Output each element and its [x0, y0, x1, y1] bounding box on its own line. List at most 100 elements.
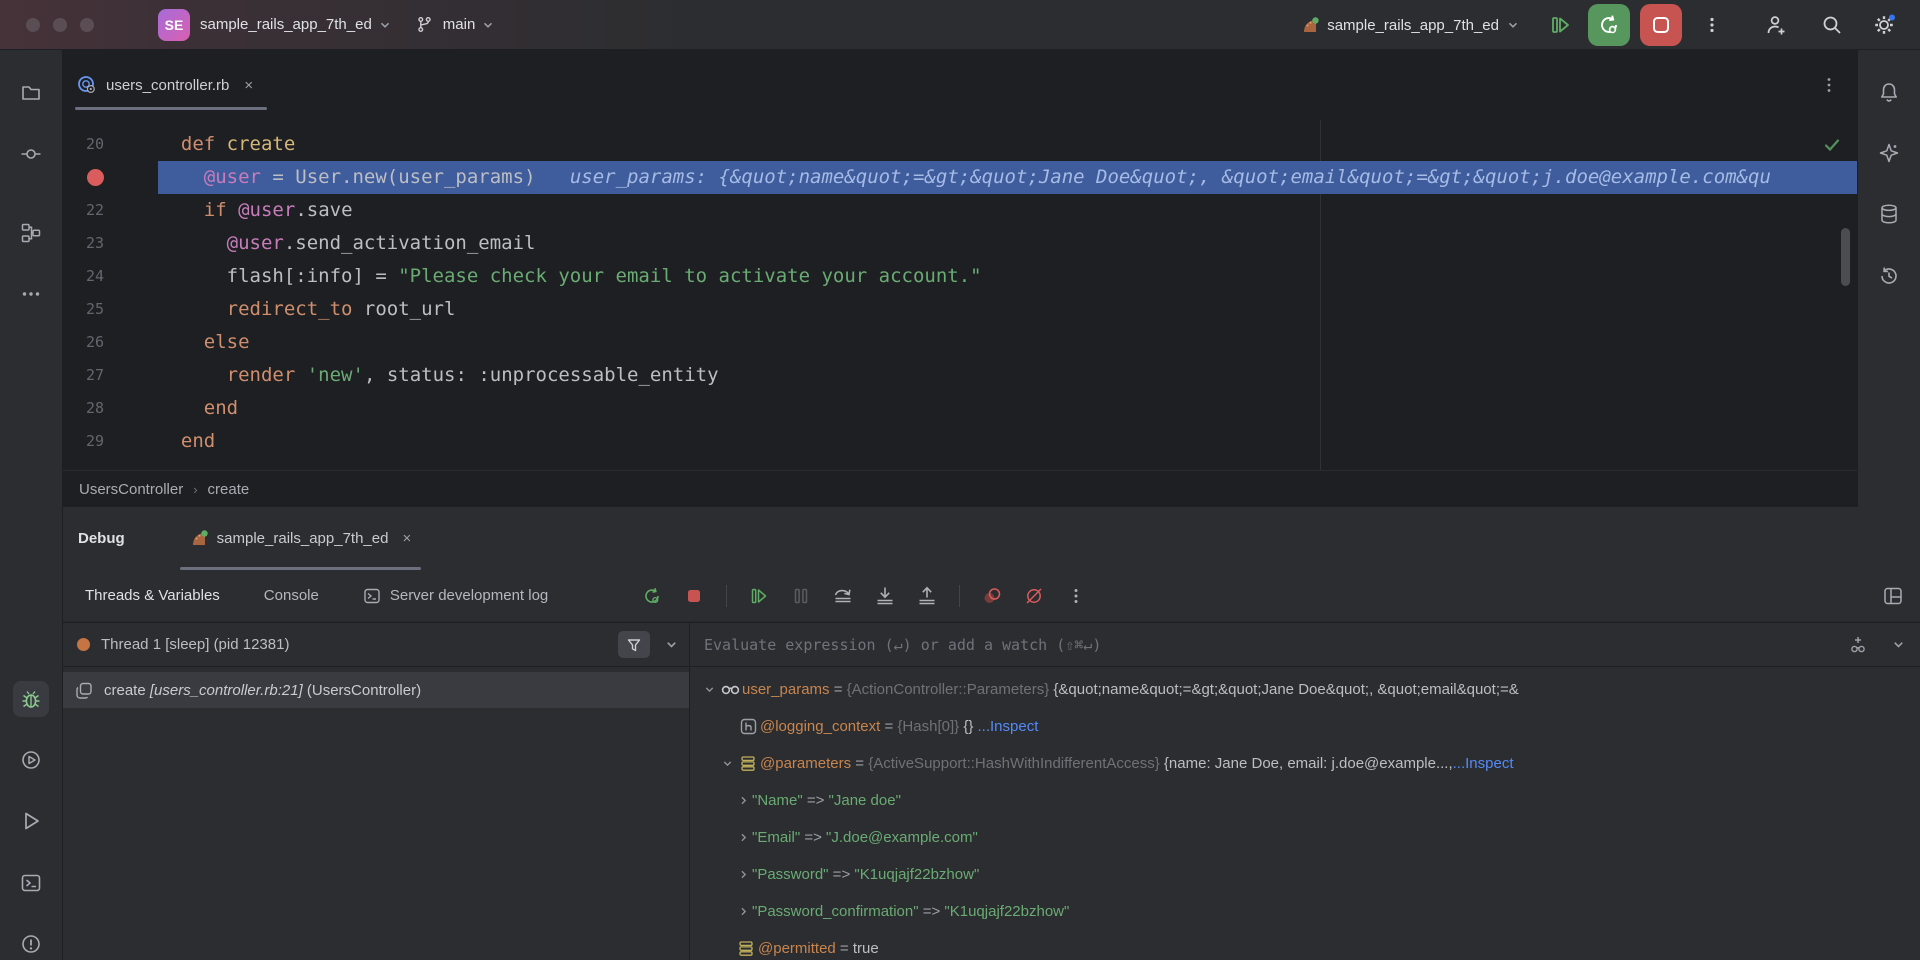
inspect-link[interactable]: ...Inspect: [978, 718, 1039, 735]
tab-server-development-log[interactable]: Server development log: [363, 587, 548, 605]
minimize-window-button[interactable]: [53, 18, 67, 32]
debug-toolwindow-button[interactable]: [13, 681, 49, 717]
view-breakpoints-button[interactable]: [978, 582, 1006, 610]
thread-selector[interactable]: Thread 1 [sleep] (pid 12381): [63, 623, 690, 666]
more-toolwindows-button[interactable]: [13, 276, 49, 312]
debug-session-tab[interactable]: sample_rails_app_7th_ed ×: [180, 507, 422, 570]
pause-button[interactable]: [787, 582, 815, 610]
editor-options-button[interactable]: [1821, 77, 1837, 93]
step-over-button[interactable]: [829, 582, 857, 610]
thread-dropdown-chevron[interactable]: [664, 637, 679, 652]
notifications-button[interactable]: [1871, 74, 1907, 110]
mute-breakpoints-button[interactable]: [1020, 582, 1048, 610]
code-line[interactable]: 27 render 'new', status: :unprocessable_…: [63, 359, 1857, 392]
evaluate-expression-input[interactable]: [704, 636, 1847, 654]
line-number: 20: [63, 128, 104, 161]
code-line[interactable]: 22 if @user.save: [63, 194, 1857, 227]
code-line[interactable]: 26 else: [63, 326, 1857, 359]
structure-toolwindow-button[interactable]: [13, 215, 49, 251]
add-watch-button[interactable]: [1847, 634, 1869, 656]
project-toolwindow-button[interactable]: [13, 75, 49, 111]
vcs-branch-widget[interactable]: main: [408, 10, 504, 39]
gutter[interactable]: 23: [63, 227, 158, 260]
gutter[interactable]: 27: [63, 359, 158, 392]
problems-toolwindow-button[interactable]: [13, 926, 49, 960]
ai-assistant-button[interactable]: [1871, 135, 1907, 171]
tab-console[interactable]: Console: [264, 587, 319, 604]
services-toolwindow-button[interactable]: [13, 742, 49, 778]
tab-threads-variables[interactable]: Threads & Variables: [85, 587, 220, 604]
gutter[interactable]: [63, 161, 158, 194]
inspections-ok-check-icon[interactable]: [1823, 136, 1841, 154]
database-toolwindow-button[interactable]: [1871, 196, 1907, 232]
editor-tab-users-controller[interactable]: users_controller.rb ×: [75, 50, 267, 120]
step-into-button[interactable]: [871, 582, 899, 610]
code-editor[interactable]: 20 def create @user = User.new(user_para…: [63, 120, 1857, 470]
history-toolwindow-button[interactable]: [1871, 258, 1907, 294]
variable-row[interactable]: user_params = {ActionController::Paramet…: [690, 671, 1920, 708]
layout-settings-button[interactable]: [1882, 585, 1904, 607]
chevron-down-icon[interactable]: [721, 757, 734, 770]
close-session-icon[interactable]: ×: [402, 530, 411, 547]
evaluate-history-chevron[interactable]: [1891, 637, 1906, 652]
run-toolwindow-button[interactable]: [13, 803, 49, 839]
gutter[interactable]: 24: [63, 260, 158, 293]
code-line[interactable]: 29 end: [63, 425, 1857, 458]
variable-row[interactable]: "Password_confirmation" => "K1uqjajf22bz…: [690, 893, 1920, 930]
variable-row[interactable]: "Name" => "Jane doe": [690, 782, 1920, 819]
variable-row[interactable]: @logging_context = {Hash[0]} {} ...Inspe…: [690, 708, 1920, 745]
variable-row[interactable]: "Email" => "J.doe@example.com": [690, 819, 1920, 856]
more-run-actions-button[interactable]: [1694, 7, 1730, 43]
code-line[interactable]: 24 flash[:info] = "Please check your ema…: [63, 260, 1857, 293]
chevron-down-icon[interactable]: [703, 683, 716, 696]
step-out-button[interactable]: [913, 582, 941, 610]
code-line[interactable]: 25 redirect_to root_url: [63, 293, 1857, 326]
breadcrumb-method[interactable]: create: [208, 481, 250, 498]
chevron-right-icon[interactable]: [737, 831, 750, 844]
chevron-right-icon[interactable]: [737, 868, 750, 881]
terminal-toolwindow-button[interactable]: [13, 865, 49, 901]
gutter[interactable]: 25: [63, 293, 158, 326]
code-line[interactable]: 20 def create: [63, 128, 1857, 161]
variable-row[interactable]: "Password" => "K1uqjajf22bzhow": [690, 856, 1920, 893]
right-toolwindow-stripe: [1857, 50, 1920, 507]
macos-traffic-lights[interactable]: [26, 18, 94, 32]
variable-row[interactable]: @permitted = true: [690, 930, 1920, 960]
commit-toolwindow-button[interactable]: [13, 136, 49, 172]
gutter[interactable]: 29: [63, 425, 158, 458]
editor-scrollbar-thumb[interactable]: [1841, 228, 1850, 286]
variable-row[interactable]: @parameters = {ActiveSupport::HashWithIn…: [690, 745, 1920, 782]
zoom-window-button[interactable]: [80, 18, 94, 32]
chevron-right-icon[interactable]: [737, 794, 750, 807]
inspect-link[interactable]: ...Inspect: [1453, 755, 1514, 772]
more-debug-actions-button[interactable]: [1062, 582, 1090, 610]
code-text: if @user.save: [158, 194, 1857, 227]
chevron-right-icon[interactable]: [737, 905, 750, 918]
variable-type: {Hash[0]}: [897, 718, 963, 735]
close-tab-icon[interactable]: ×: [244, 77, 253, 94]
resume-button[interactable]: [745, 582, 773, 610]
gutter[interactable]: 26: [63, 326, 158, 359]
project-widget[interactable]: SE sample_rails_app_7th_ed: [150, 3, 400, 47]
gutter[interactable]: 22: [63, 194, 158, 227]
thread-filter-button[interactable]: [618, 631, 650, 658]
resume-program-button[interactable]: [1542, 7, 1578, 43]
close-window-button[interactable]: [26, 18, 40, 32]
run-configuration-selector[interactable]: sample_rails_app_7th_ed: [1293, 10, 1528, 41]
rerun-button[interactable]: [638, 582, 666, 610]
settings-button[interactable]: [1866, 7, 1902, 43]
code-line[interactable]: 28 end: [63, 392, 1857, 425]
code-line[interactable]: 23 @user.send_activation_email: [63, 227, 1857, 260]
gutter[interactable]: 28: [63, 392, 158, 425]
search-everywhere-button[interactable]: [1814, 7, 1850, 43]
stack-frame-row[interactable]: create [users_controller.rb:21] (UsersCo…: [63, 672, 689, 708]
code-with-me-button[interactable]: [1758, 7, 1794, 43]
rerun-debug-button[interactable]: [1588, 4, 1630, 46]
stop-button[interactable]: [1640, 4, 1682, 46]
stop-button[interactable]: [680, 582, 708, 610]
gutter[interactable]: 20: [63, 128, 158, 161]
breakpoint-icon[interactable]: [87, 169, 104, 186]
breadcrumb-class[interactable]: UsersController: [79, 481, 183, 498]
code-line[interactable]: @user = User.new(user_params) user_param…: [63, 161, 1857, 194]
gear-icon: [1871, 12, 1897, 38]
